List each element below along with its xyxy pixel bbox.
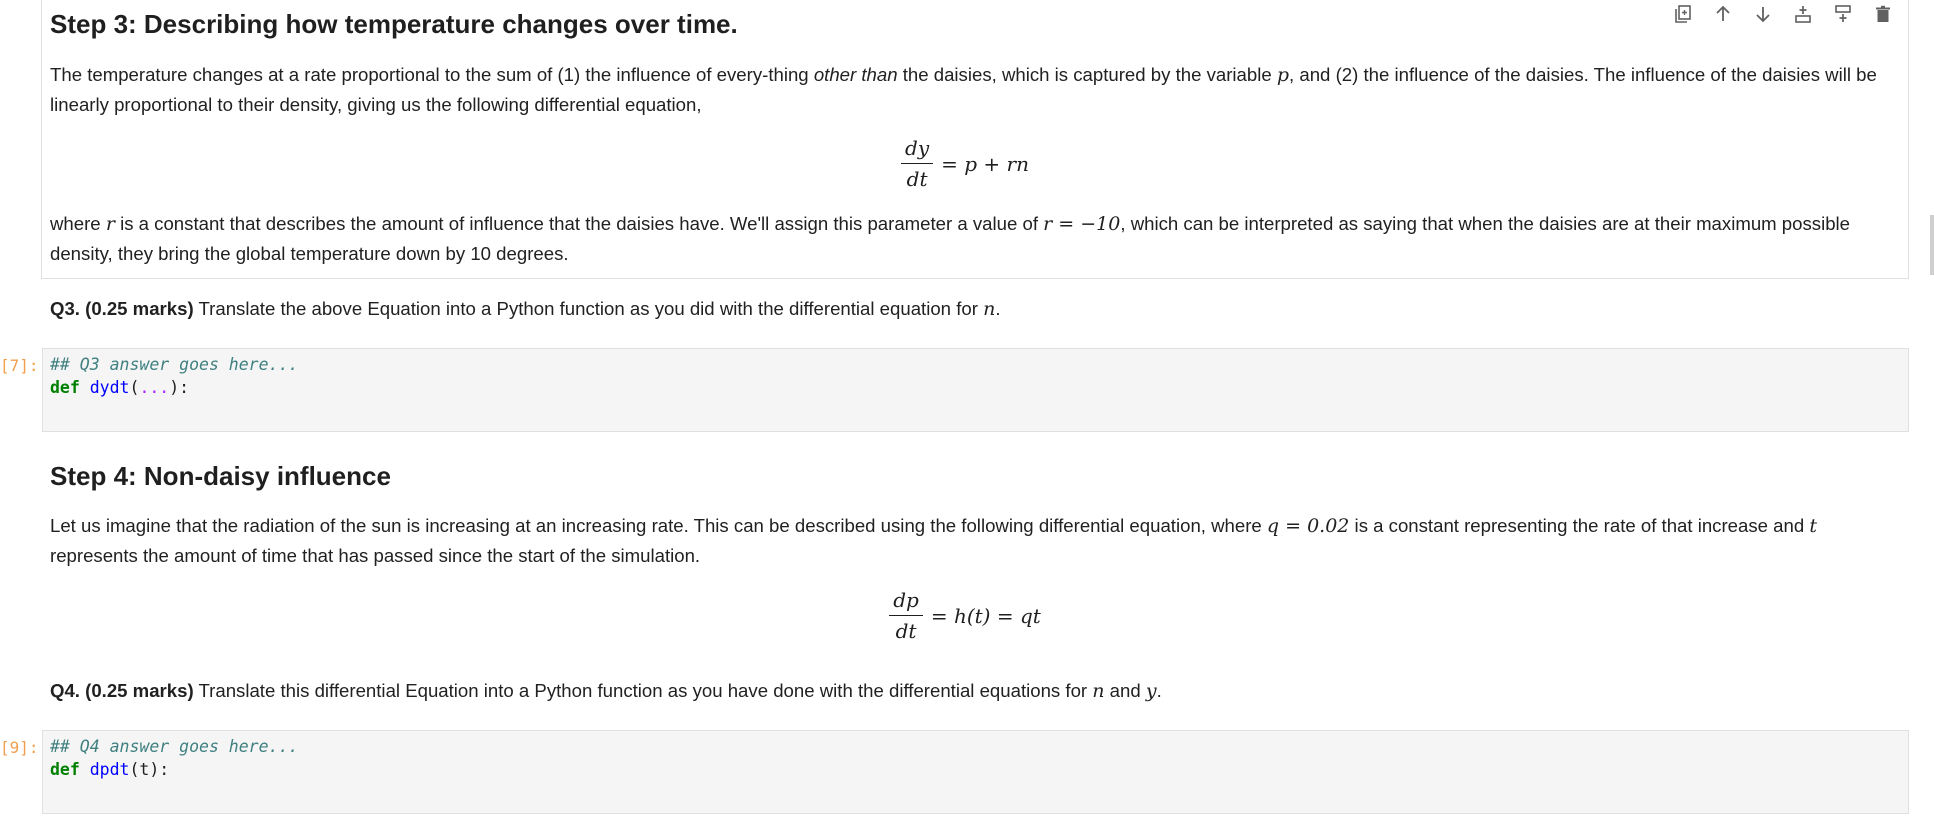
fraction-numerator: dy xyxy=(901,136,934,164)
code-line-comment: ## Q3 answer goes here... xyxy=(50,355,298,374)
code-line-comment: ## Q4 answer goes here... xyxy=(50,737,298,756)
fraction: dy dt xyxy=(901,136,934,191)
fraction-denominator: dt xyxy=(895,619,917,643)
step3-heading: Step 3: Describing how temperature chang… xyxy=(50,9,738,39)
text-span: The temperature changes at a rate propor… xyxy=(50,64,814,85)
text-span: where xyxy=(50,213,106,234)
math-variable: y xyxy=(1145,680,1157,702)
math-variable: p xyxy=(1276,64,1290,86)
code-line-def: def dpdt(t): xyxy=(50,760,169,779)
text-span: Translate this differential Equation int… xyxy=(193,680,1093,701)
equation-dydt: dy dt = p + rn xyxy=(50,136,1880,191)
code-punctuation: ( xyxy=(129,378,140,397)
math-variable: n xyxy=(983,298,996,320)
equation-rhs: = p + rn xyxy=(941,151,1029,176)
fraction-denominator: dt xyxy=(906,167,928,191)
inline-math: q = 0.02 xyxy=(1266,515,1350,537)
text-span: . xyxy=(1156,680,1162,701)
code-cell-q3[interactable]: ## Q3 answer goes here... def dydt(...): xyxy=(42,348,1909,432)
code-comment: ## Q3 answer goes here... xyxy=(50,355,299,374)
code-function-name: dpdt xyxy=(89,760,130,779)
text-span: is a constant representing the rate of t… xyxy=(1349,515,1810,536)
code-keyword: def xyxy=(50,760,80,779)
text-span: is a constant that describes the amount … xyxy=(114,213,1044,234)
step4-paragraph: Let us imagine that the radiation of the… xyxy=(50,511,1880,571)
code-ellipsis: ... xyxy=(139,378,170,397)
math-variable: r xyxy=(105,213,115,235)
equation-dpdt: dp dt = h(t) = qt xyxy=(50,588,1880,643)
text-span: represents the amount of time that has p… xyxy=(50,545,701,566)
code-keyword: def xyxy=(50,378,80,397)
code-cell-q4[interactable]: ## Q4 answer goes here... def dpdt(t): xyxy=(42,730,1909,814)
code-punctuation: (t): xyxy=(129,760,170,779)
equation-rhs: = h(t) = qt xyxy=(930,603,1041,628)
fraction-numerator: dp xyxy=(889,588,923,616)
q3-question: Q3. (0.25 marks) Translate the above Equ… xyxy=(50,294,1880,324)
step4-heading: Step 4: Non-daisy influence xyxy=(50,461,391,491)
q4-question: Q4. (0.25 marks) Translate this differen… xyxy=(50,676,1880,706)
text-span: Translate the above Equation into a Pyth… xyxy=(193,298,984,319)
emphasis-text: other than xyxy=(813,64,898,85)
fraction: dp dt xyxy=(889,588,923,643)
scrollbar-thumb[interactable] xyxy=(1930,215,1934,275)
execution-count: [7]: xyxy=(0,356,39,375)
math-variable: t xyxy=(1809,515,1817,537)
text-span: and xyxy=(1104,680,1146,701)
question-label: Q3. (0.25 marks) xyxy=(50,298,194,319)
code-function-name: dydt xyxy=(89,378,130,397)
step3-paragraph: The temperature changes at a rate propor… xyxy=(50,60,1880,120)
inline-math: r = −10 xyxy=(1043,213,1121,235)
step3-paragraph-2: where r is a constant that describes the… xyxy=(50,209,1880,269)
text-span: Let us imagine that the radiation of the… xyxy=(50,515,1267,536)
text-span: the daisies, which is captured by the va… xyxy=(897,64,1277,85)
execution-count: [9]: xyxy=(0,738,39,757)
code-line-def: def dydt(...): xyxy=(50,378,189,397)
text-span: . xyxy=(995,298,1001,319)
math-variable: n xyxy=(1092,680,1105,702)
question-label: Q4. (0.25 marks) xyxy=(50,680,194,701)
code-comment: ## Q4 answer goes here... xyxy=(50,737,299,756)
code-punctuation: ): xyxy=(169,378,190,397)
